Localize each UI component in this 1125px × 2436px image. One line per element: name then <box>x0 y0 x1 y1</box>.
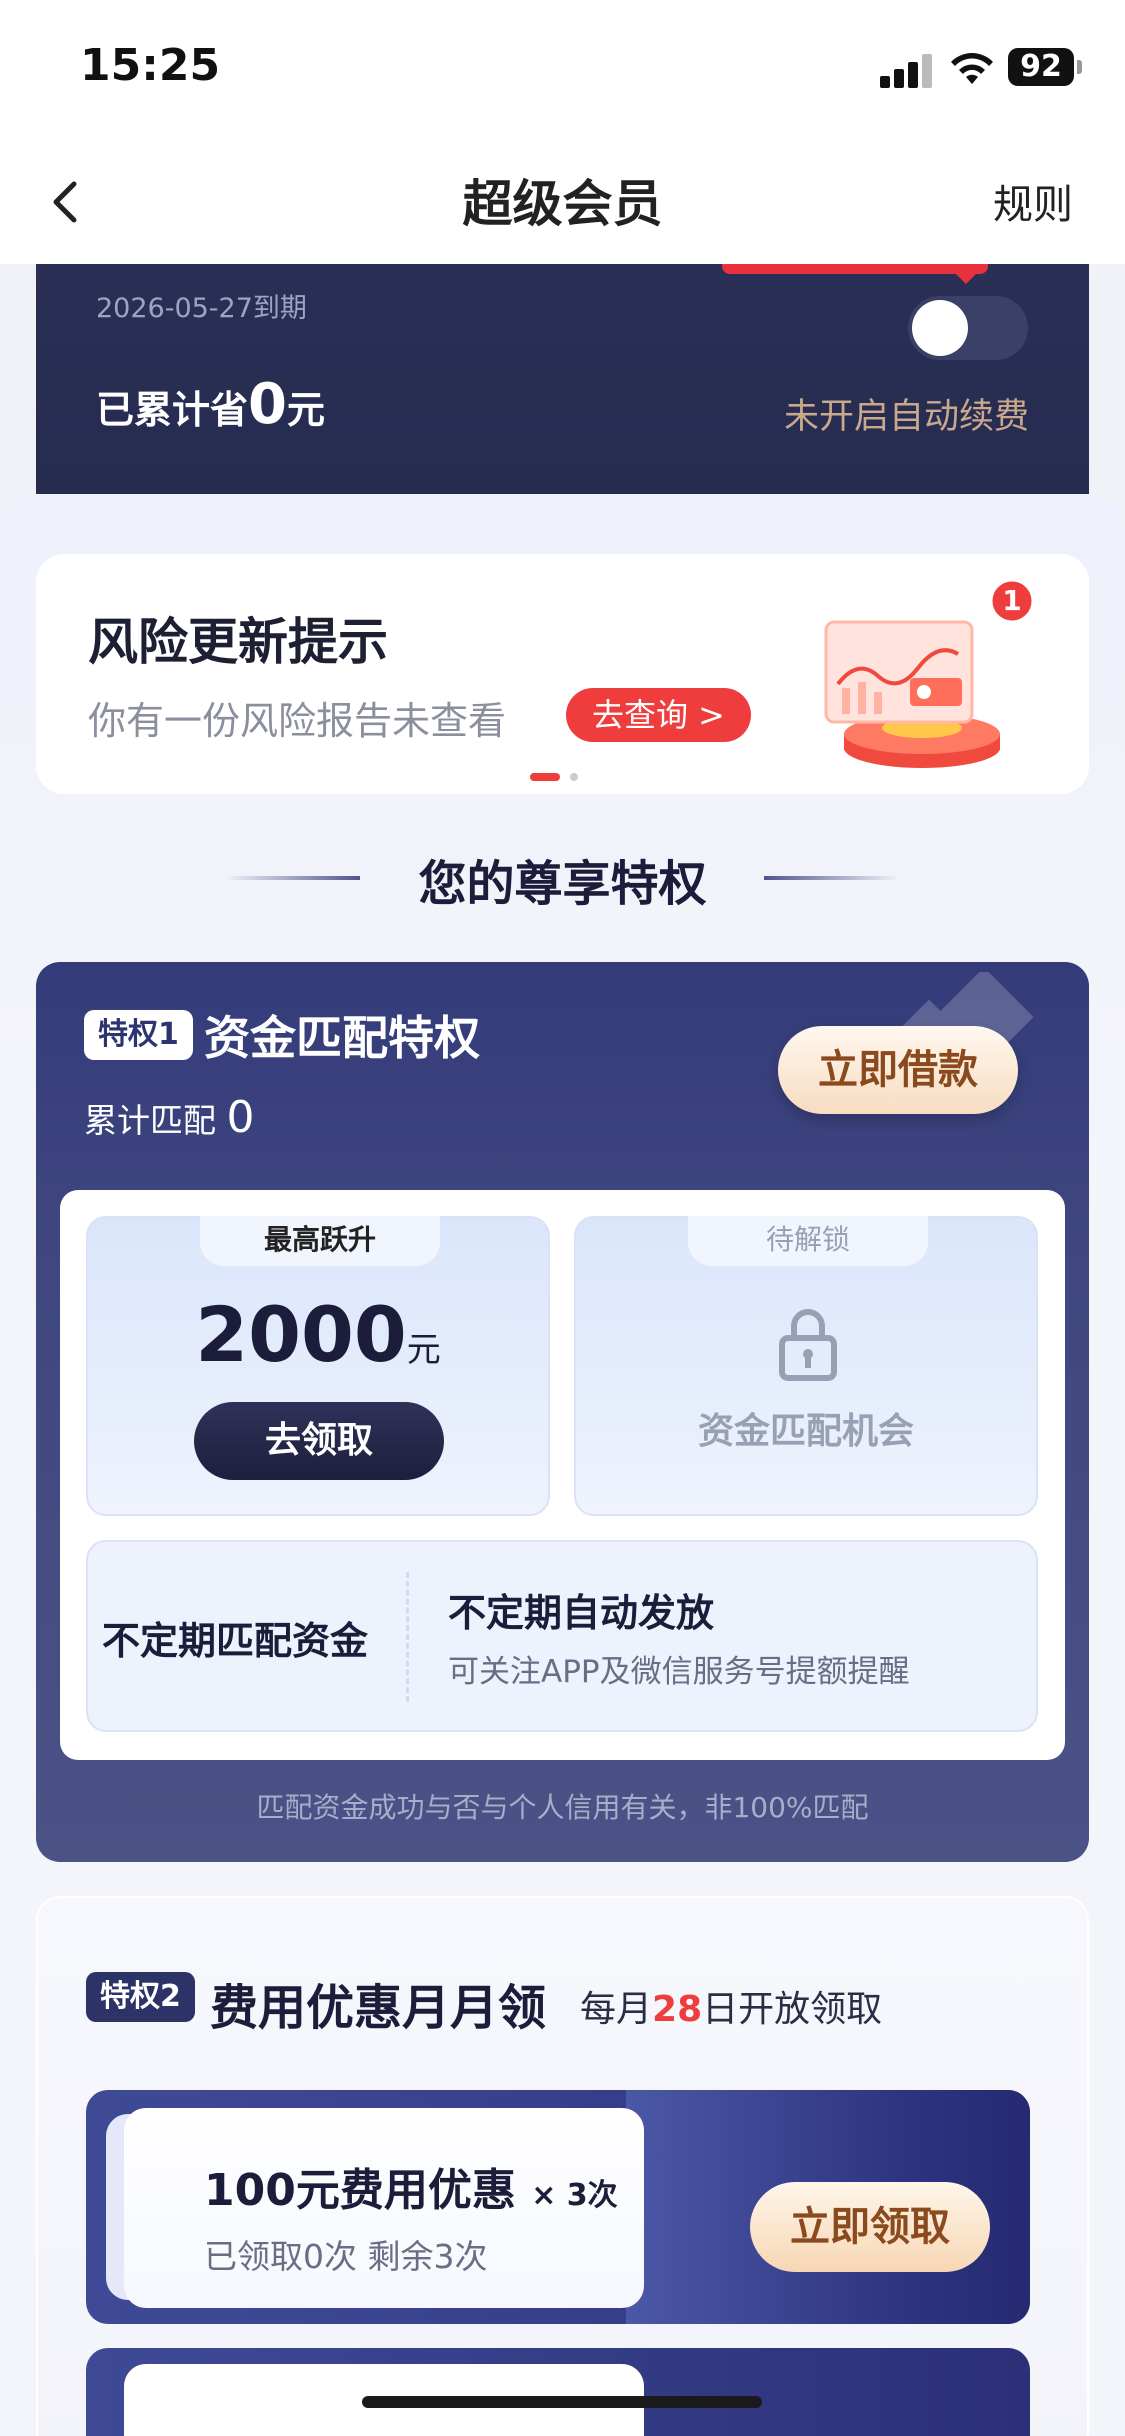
locked-tile: 待解锁 资金匹配机会 <box>574 1216 1038 1516</box>
member-header: 2026-05-27到期 已累计省0元 未开启自动续费 <box>36 264 1089 504</box>
signal-icon <box>880 54 932 88</box>
coupon-title: 100元费用优惠 × 3次 <box>204 2154 618 2218</box>
carousel-dot <box>570 773 578 781</box>
privileges-heading: 您的尊享特权 <box>418 856 707 912</box>
carousel-dot-active <box>530 773 560 781</box>
fee-coupon-card: 100元费用优惠 × 3次 已领取0次 剩余3次 立即领取 <box>86 2090 1030 2324</box>
privilege-1-content: 最高跃升 2000元 去领取 待解锁 资金匹配机会 不定期匹配资金 不定期自动发… <box>60 1190 1065 1760</box>
saved-prefix: 已累计省 <box>96 388 249 432</box>
privilege-2-card: 特权2 费用优惠月月领 每月28日开放领取 100元费用优惠 × 3次 已领取0… <box>36 1896 1089 2436</box>
boost-amount-unit: 元 <box>406 1330 441 1370</box>
open-day-number: 28 <box>652 1989 703 2030</box>
tooltip-arrow <box>954 272 978 284</box>
nav-bar: 超级会员 规则 <box>0 140 1125 264</box>
auto-renew-status: 未开启自动续费 <box>783 397 1029 437</box>
wifi-icon <box>951 53 993 84</box>
risk-title: 风险更新提示 <box>88 613 388 671</box>
open-day-suffix: 日开放领取 <box>702 1989 883 2030</box>
boost-amount-value: 2000 <box>195 1290 407 1379</box>
saved-total: 已累计省0元 <box>96 372 325 437</box>
borrow-now-button[interactable]: 立即借款 <box>778 1026 1018 1114</box>
heading-line-right <box>764 876 900 880</box>
matched-total: 累计匹配 0 <box>84 1092 255 1143</box>
page-title: 超级会员 <box>462 175 663 233</box>
open-day-prefix: 每月 <box>580 1989 653 2030</box>
privilege-badge: 特权2 <box>86 1972 195 2022</box>
status-time: 15:25 <box>80 40 221 91</box>
privilege-title: 资金匹配特权 <box>204 1011 480 1065</box>
lock-icon <box>779 1309 837 1381</box>
home-indicator <box>362 2396 762 2408</box>
match-disclaimer: 匹配资金成功与否与个人信用有关，非100%匹配 <box>256 1791 869 1824</box>
coupon-status: 已领取0次 剩余3次 <box>204 2237 488 2276</box>
risk-subtitle: 你有一份风险报告未查看 <box>88 699 507 743</box>
toggle-knob <box>912 300 968 356</box>
open-day-hint: 每月28日开放领取 <box>580 1980 882 2032</box>
battery-tip <box>1077 60 1082 74</box>
tooltip-bubble-edge <box>722 264 988 274</box>
claim-now-button[interactable]: 立即领取 <box>750 2182 990 2272</box>
max-boost-tile: 最高跃升 2000元 去领取 <box>86 1216 550 1516</box>
notification-count: 1 <box>1002 584 1022 617</box>
rules-link[interactable]: 规则 <box>993 172 1073 230</box>
auto-issue-title: 不定期自动发放 <box>448 1591 715 1635</box>
locked-tile-text: 资金匹配机会 <box>697 1411 914 1452</box>
query-button[interactable]: 去查询 > <box>566 688 751 742</box>
matched-value: 0 <box>226 1092 255 1143</box>
coupon-title-text: 100元费用优惠 <box>204 2165 516 2216</box>
carousel-dots <box>530 766 588 785</box>
privilege-badge: 特权1 <box>84 1010 193 1060</box>
main-sheet: 风险更新提示 你有一份风险报告未查看 去查询 > 1 您的尊享特权 特权1 资金… <box>0 494 1125 2436</box>
claim-button[interactable]: 去领取 <box>194 1402 444 1480</box>
irregular-match-label: 不定期匹配资金 <box>102 1619 369 1663</box>
tile-tab-label: 待解锁 <box>688 1216 928 1266</box>
auto-issue-hint: 可关注APP及微信服务号提额提醒 <box>448 1654 910 1690</box>
risk-update-card[interactable]: 风险更新提示 你有一份风险报告未查看 去查询 > 1 <box>36 554 1089 794</box>
privilege-1-card: 特权1 资金匹配特权 累计匹配 0 立即借款 最高跃升 2000元 去领取 待解… <box>36 962 1089 1862</box>
saved-amount: 0 <box>248 372 287 437</box>
matched-label: 累计匹配 <box>84 1101 216 1140</box>
boost-amount: 2000元 <box>88 1290 548 1379</box>
expire-date: 2026-05-27到期 <box>96 293 307 324</box>
status-bar: 15:25 92 <box>0 0 1125 140</box>
saved-unit: 元 <box>286 388 325 432</box>
coupon-times: × 3次 <box>531 2178 618 2213</box>
irregular-match-tile: 不定期匹配资金 不定期自动发放 可关注APP及微信服务号提额提醒 <box>86 1540 1038 1732</box>
fee-coupon-card-partial <box>86 2348 1030 2436</box>
dashed-divider <box>406 1572 409 1702</box>
tile-tab-label: 最高跃升 <box>200 1216 440 1266</box>
battery-icon: 92 <box>1008 48 1074 86</box>
privilege-title: 费用优惠月月领 <box>210 1980 547 2036</box>
auto-renew-toggle[interactable] <box>908 296 1028 360</box>
